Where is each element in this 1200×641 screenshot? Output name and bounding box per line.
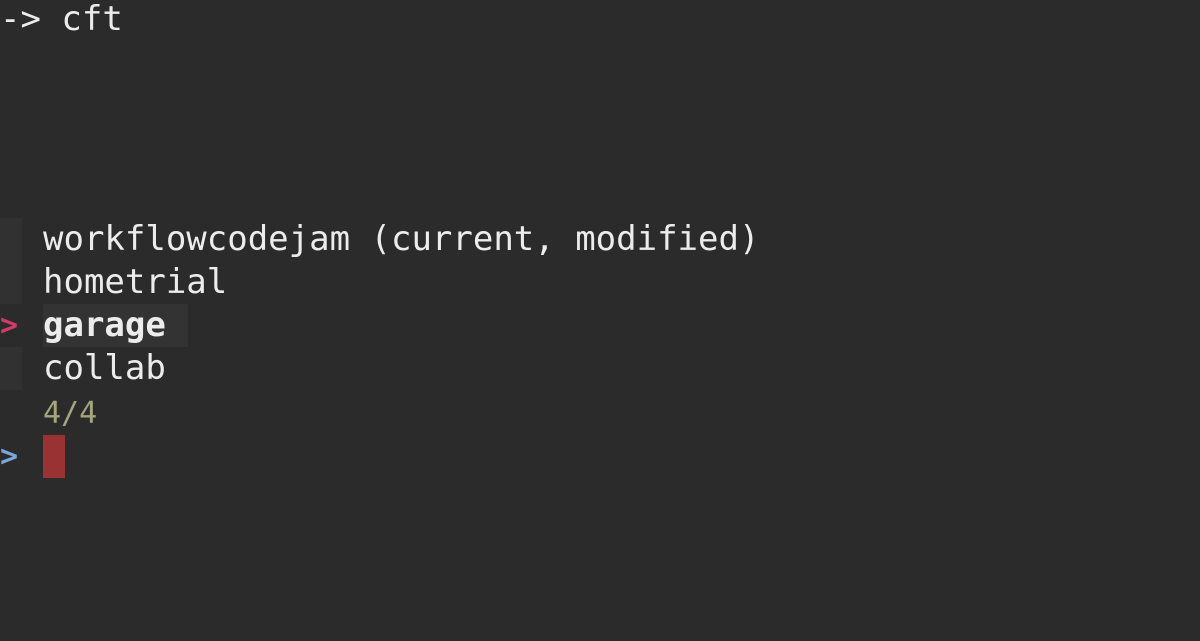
list-item-gutter xyxy=(0,347,22,390)
command-line: -> cft xyxy=(0,0,123,39)
list-item-gutter xyxy=(0,218,22,261)
selection-pointer-icon: > xyxy=(0,308,19,343)
prompt-icon: > xyxy=(0,439,19,474)
list-item-label: hometrial xyxy=(43,262,228,302)
query-input-cursor[interactable] xyxy=(43,435,65,478)
list-item-label: workflowcodejam (current, modified) xyxy=(43,219,760,259)
list-item-label: collab xyxy=(43,348,166,388)
list-item-label: garage xyxy=(43,304,188,347)
terminal-window: -> cft workflowcodejam (current, modifie… xyxy=(0,0,1200,641)
match-count: 4/4 xyxy=(43,396,98,431)
list-item-gutter xyxy=(0,261,22,304)
